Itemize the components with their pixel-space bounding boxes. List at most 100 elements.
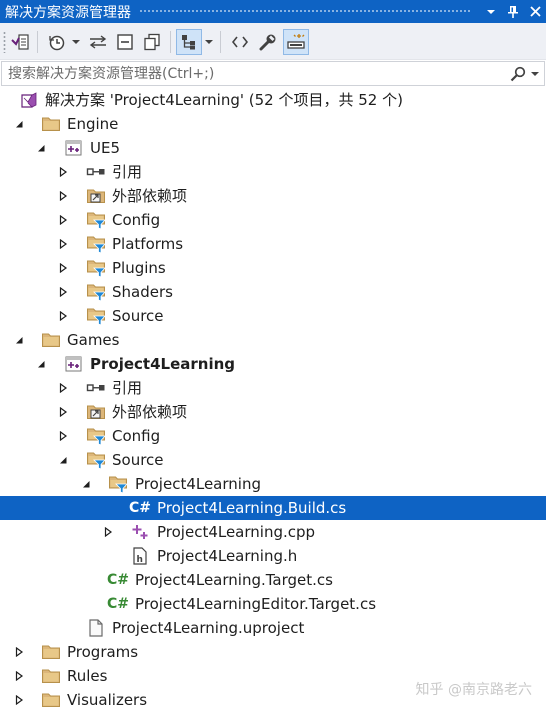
expanded-arrow-icon[interactable] xyxy=(34,136,48,160)
collapsed-arrow-icon[interactable] xyxy=(12,640,26,664)
toolbar-separator xyxy=(220,31,221,53)
preview-selected-icon[interactable] xyxy=(283,29,309,55)
tree-item-project-external-deps[interactable]: 外部依赖项 xyxy=(0,400,546,424)
toolbar xyxy=(0,23,546,60)
panel-titlebar[interactable]: 解决方案资源管理器 xyxy=(0,0,546,23)
tree-item-label: 外部依赖项 xyxy=(112,403,188,421)
tree-item-label: Project4Learning xyxy=(135,475,261,493)
sync-icon[interactable] xyxy=(86,29,110,55)
tree-item-label: Games xyxy=(67,331,120,349)
tree-item-label: 引用 xyxy=(112,163,143,181)
tree-item-project[interactable]: Project4Learning xyxy=(0,352,546,376)
tree-item-build-cs[interactable]: C# Project4Learning.Build.cs xyxy=(0,496,546,520)
tree-item-ue5-shaders[interactable]: Shaders xyxy=(0,280,546,304)
solution-icon xyxy=(19,90,39,110)
toolbar-grip xyxy=(3,31,6,53)
collapsed-arrow-icon[interactable] xyxy=(56,184,70,208)
tree-item-header[interactable]: Project4Learning.h xyxy=(0,544,546,568)
panel-title: 解决方案资源管理器 xyxy=(5,4,131,21)
tree-item-project-references[interactable]: 引用 xyxy=(0,376,546,400)
expanded-arrow-icon[interactable] xyxy=(79,472,93,496)
collapsed-arrow-icon[interactable] xyxy=(56,424,70,448)
pin-icon[interactable] xyxy=(502,0,524,23)
file-icon xyxy=(86,618,106,638)
tree-item-uproject[interactable]: Project4Learning.uproject xyxy=(0,616,546,640)
collapsed-arrow-icon[interactable] xyxy=(12,688,26,712)
tree-item-ue5[interactable]: UE5 xyxy=(0,136,546,160)
filter-folder-icon xyxy=(86,426,106,446)
show-all-files-icon[interactable] xyxy=(176,29,202,55)
tree-item-target-cs[interactable]: C# Project4Learning.Target.cs xyxy=(0,568,546,592)
header-file-icon xyxy=(130,546,150,566)
collapse-all-icon[interactable] xyxy=(113,29,137,55)
search-input[interactable] xyxy=(2,64,508,83)
tree-item-ue5-config[interactable]: Config xyxy=(0,208,546,232)
collapsed-arrow-icon[interactable] xyxy=(12,664,26,688)
toolbar-separator xyxy=(170,31,171,53)
dropdown-arrow-icon[interactable] xyxy=(203,29,215,55)
filter-folder-icon xyxy=(86,258,106,278)
tree-item-editor-target-cs[interactable]: C# Project4LearningEditor.Target.cs xyxy=(0,592,546,616)
tree-item-label: 外部依赖项 xyxy=(112,187,188,205)
tree-item-label: Project4Learning.Build.cs xyxy=(157,499,347,517)
collapsed-arrow-icon[interactable] xyxy=(56,232,70,256)
expanded-arrow-icon[interactable] xyxy=(34,352,48,376)
properties-wrench-icon[interactable] xyxy=(256,29,280,55)
close-icon[interactable] xyxy=(524,0,546,23)
tree-item-label: Project4Learning.uproject xyxy=(112,619,305,637)
tree-item-ue5-plugins[interactable]: Plugins xyxy=(0,256,546,280)
tree-item-ue5-references[interactable]: 引用 xyxy=(0,160,546,184)
switch-views-icon[interactable] xyxy=(8,29,32,55)
collapsed-arrow-icon[interactable] xyxy=(56,400,70,424)
titlebar-grip xyxy=(139,9,472,14)
search-options-dropdown-icon[interactable] xyxy=(528,64,542,84)
tree-item-engine[interactable]: Engine xyxy=(0,112,546,136)
tree-item-label: Project4Learning.Target.cs xyxy=(135,571,333,589)
tree-item-label: Platforms xyxy=(112,235,184,253)
chevron-down-icon[interactable] xyxy=(480,0,502,23)
tree-item-label: Source xyxy=(112,451,164,469)
tree-item-label: Shaders xyxy=(112,283,173,301)
tree-item-solution[interactable]: 解决方案 'Project4Learning' (52 个项目，共 52 个) xyxy=(0,88,546,112)
external-dependencies-icon xyxy=(86,402,106,422)
tree-item-project-source[interactable]: Source xyxy=(0,448,546,472)
collapsed-arrow-icon[interactable] xyxy=(101,520,115,544)
collapsed-arrow-icon[interactable] xyxy=(56,304,70,328)
tree-item-programs[interactable]: Programs xyxy=(0,640,546,664)
tree-item-label: Engine xyxy=(67,115,119,133)
tree-item-label: Project4Learning.h xyxy=(157,547,298,565)
expanded-arrow-icon[interactable] xyxy=(56,448,70,472)
search-box[interactable] xyxy=(1,61,545,86)
folder-icon xyxy=(41,642,61,662)
tree-item-games[interactable]: Games xyxy=(0,328,546,352)
cpp-file-icon xyxy=(130,522,150,542)
folder-icon xyxy=(41,666,61,686)
expanded-arrow-icon[interactable] xyxy=(12,328,26,352)
search-icon[interactable] xyxy=(508,64,528,84)
tree-item-label: Programs xyxy=(67,643,139,661)
collapsed-arrow-icon[interactable] xyxy=(56,160,70,184)
history-icon[interactable] xyxy=(45,29,69,55)
code-view-icon[interactable] xyxy=(228,29,252,55)
copy-icon[interactable] xyxy=(140,29,164,55)
tree-item-label: Config xyxy=(112,427,161,445)
tree-item-ue5-external-deps[interactable]: 外部依赖项 xyxy=(0,184,546,208)
solution-tree: 解决方案 'Project4Learning' (52 个项目，共 52 个) … xyxy=(0,88,546,712)
tree-item-ue5-source[interactable]: Source xyxy=(0,304,546,328)
filter-folder-icon xyxy=(86,234,106,254)
tree-item-source-project-folder[interactable]: Project4Learning xyxy=(0,472,546,496)
collapsed-arrow-icon[interactable] xyxy=(56,208,70,232)
folder-icon xyxy=(41,330,61,350)
collapsed-arrow-icon[interactable] xyxy=(56,256,70,280)
expanded-arrow-icon[interactable] xyxy=(12,112,26,136)
tree-item-ue5-platforms[interactable]: Platforms xyxy=(0,232,546,256)
tree-item-label: 解决方案 'Project4Learning' (52 个项目，共 52 个) xyxy=(45,91,403,109)
tree-item-label: 引用 xyxy=(112,379,143,397)
tree-item-project-config[interactable]: Config xyxy=(0,424,546,448)
filter-folder-icon xyxy=(86,450,106,470)
collapsed-arrow-icon[interactable] xyxy=(56,376,70,400)
collapsed-arrow-icon[interactable] xyxy=(56,280,70,304)
tree-item-cpp[interactable]: Project4Learning.cpp xyxy=(0,520,546,544)
dropdown-arrow-icon[interactable] xyxy=(70,29,82,55)
tree-item-label: Rules xyxy=(67,667,108,685)
